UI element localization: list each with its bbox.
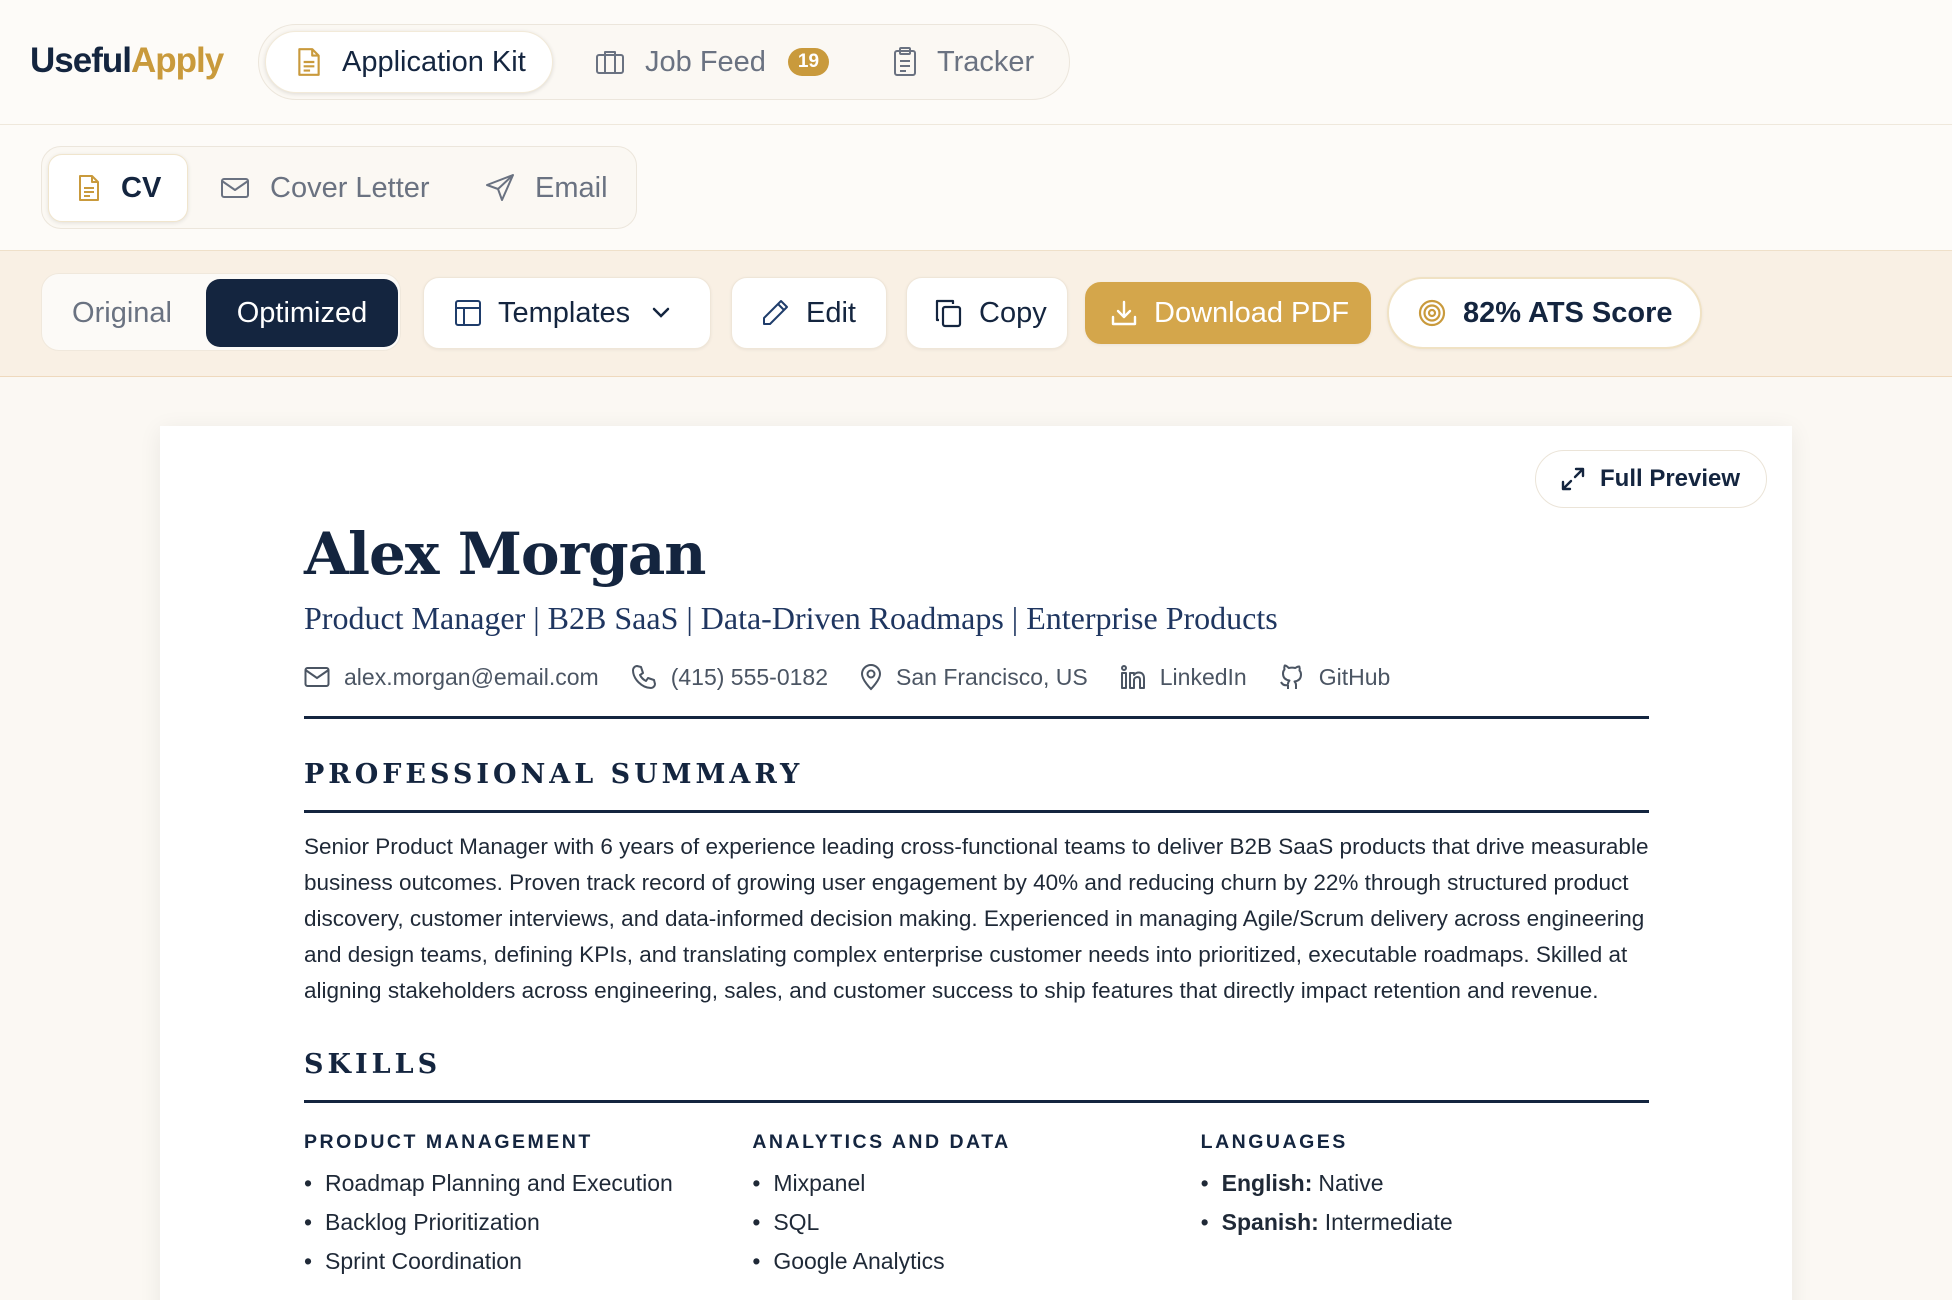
logo-part-1: Useful [30, 41, 132, 80]
contact-email-text: alex.morgan@email.com [344, 663, 599, 690]
nav-tab-label: Job Feed [645, 45, 766, 78]
copy-button[interactable]: Copy [906, 277, 1068, 349]
briefcase-icon [595, 49, 625, 75]
full-preview-button[interactable]: Full Preview [1535, 450, 1768, 508]
cv-content: Alex Morgan Product Manager | B2B SaaS |… [304, 520, 1649, 1281]
phone-icon [631, 664, 657, 690]
skill-group-title: ANALYTICS AND DATA [752, 1131, 1011, 1153]
download-icon [1110, 299, 1138, 327]
list-item: • Google Analytics [752, 1242, 1200, 1281]
layout-icon [454, 299, 482, 327]
download-pdf-button[interactable]: Download PDF [1085, 282, 1371, 344]
app-logo[interactable]: UsefulApply [30, 41, 224, 81]
skill-group-title: PRODUCT MANAGEMENT [304, 1131, 593, 1153]
templates-dropdown[interactable]: Templates [423, 277, 711, 349]
templates-label: Templates [498, 296, 631, 329]
list-item: • Spanish: Intermediate [1201, 1203, 1649, 1242]
document-icon [296, 47, 322, 77]
document-type-bar: CV Cover Letter Email [0, 125, 1952, 251]
download-label: Download PDF [1154, 296, 1350, 329]
job-feed-count-badge: 19 [787, 48, 830, 76]
original-toggle[interactable]: Original [52, 279, 192, 347]
language-name: English: [1221, 1170, 1313, 1196]
list-item: • Sprint Coordination [304, 1242, 752, 1281]
pencil-icon [760, 298, 790, 328]
contact-email[interactable]: alex.morgan@email.com [304, 664, 599, 691]
skill-group-product: PRODUCT MANAGEMENT • Roadmap Planning and… [304, 1131, 752, 1281]
contact-linkedin[interactable]: LinkedIn [1120, 664, 1247, 691]
skill-group-languages: LANGUAGES • English: Native • Spanish: Inter… [1201, 1131, 1649, 1281]
target-icon [1417, 298, 1447, 328]
skill-text: Mixpanel [773, 1170, 866, 1196]
contact-github[interactable]: GitHub [1279, 663, 1391, 691]
skills-divider [304, 1100, 1649, 1103]
list-item: • SQL [752, 1203, 1200, 1242]
nav-tab-label: Application Kit [342, 45, 526, 78]
doc-tab-email[interactable]: Email [485, 154, 608, 222]
contact-phone-text: (415) 555-0182 [670, 663, 829, 690]
main-nav: Application Kit Job Feed 19 Tracker [258, 24, 1070, 100]
summary-text: Senior Product Manager with 6 years of e… [304, 834, 1649, 1003]
doc-tab-cover-letter[interactable]: Cover Letter [220, 154, 430, 222]
nav-tab-tracker[interactable]: Tracker [893, 31, 1034, 93]
contact-phone[interactable]: (415) 555-0182 [631, 664, 828, 691]
cv-headline: Product Manager | B2B SaaS | Data-Driven… [304, 600, 1278, 636]
edit-button[interactable]: Edit [731, 277, 887, 349]
skill-text: Google Analytics [773, 1248, 945, 1274]
copy-icon [933, 298, 963, 328]
language-level: Intermediate [1324, 1209, 1453, 1235]
skill-text: SQL [773, 1209, 820, 1235]
contact-location: San Francisco, US [860, 663, 1088, 691]
document-icon [77, 173, 101, 203]
mail-icon [304, 666, 330, 688]
version-toggle: Original Optimized [41, 273, 401, 351]
chevron-down-icon [652, 307, 670, 319]
copy-label: Copy [979, 296, 1047, 329]
skill-text: Roadmap Planning and Execution [325, 1170, 673, 1196]
contact-linkedin-text: LinkedIn [1159, 663, 1247, 690]
expand-icon [1560, 466, 1586, 492]
doc-tab-label: Email [535, 171, 608, 204]
skill-text: Backlog Prioritization [325, 1209, 540, 1235]
list-item: • Mixpanel [752, 1164, 1200, 1203]
document-tabs: CV Cover Letter Email [41, 146, 637, 229]
skill-text: Sprint Coordination [325, 1248, 522, 1274]
cv-toolbar: Original Optimized Templates Edit Copy D… [0, 251, 1952, 377]
github-icon [1279, 663, 1305, 691]
contact-location-text: San Francisco, US [896, 663, 1088, 690]
mail-icon [220, 176, 250, 200]
full-preview-label: Full Preview [1600, 465, 1741, 492]
nav-tab-application-kit[interactable]: Application Kit [265, 31, 553, 93]
skills-section-title: SKILLS [304, 1049, 442, 1080]
list-item: • Roadmap Planning and Execution [304, 1164, 752, 1203]
logo-part-2: Apply [130, 41, 224, 80]
doc-tab-label: Cover Letter [270, 171, 430, 204]
language-level: Native [1318, 1170, 1384, 1196]
top-navbar: UsefulApply Application Kit Job Feed 19 … [0, 0, 1952, 125]
skills-grid: PRODUCT MANAGEMENT • Roadmap Planning and… [304, 1131, 1649, 1281]
nav-tab-job-feed[interactable]: Job Feed 19 [595, 31, 830, 93]
linkedin-icon [1120, 664, 1146, 690]
ats-score-badge[interactable]: 82% ATS Score [1387, 277, 1702, 349]
list-item: • English: Native [1201, 1164, 1649, 1203]
skill-group-title: LANGUAGES [1200, 1131, 1348, 1153]
summary-divider [304, 810, 1649, 813]
list-item: • Backlog Prioritization [304, 1203, 752, 1242]
doc-tab-label: CV [121, 171, 162, 204]
contact-github-text: GitHub [1318, 663, 1391, 690]
optimized-toggle[interactable]: Optimized [206, 279, 398, 347]
send-icon [485, 173, 515, 203]
language-name: Spanish: [1221, 1209, 1319, 1235]
ats-score-label: 82% ATS Score [1463, 296, 1673, 329]
header-divider [304, 716, 1649, 719]
edit-label: Edit [806, 296, 856, 329]
clipboard-icon [893, 47, 917, 77]
map-pin-icon [860, 663, 882, 691]
skill-group-analytics: ANALYTICS AND DATA • Mixpanel • SQL • Googl… [752, 1131, 1200, 1281]
summary-section-title: PROFESSIONAL SUMMARY [304, 759, 804, 790]
cv-name: Alex Morgan [304, 520, 706, 588]
cv-contact-row: alex.morgan@email.com (415) 555-0182 San… [304, 663, 1649, 691]
nav-tab-label: Tracker [937, 45, 1035, 78]
doc-tab-cv[interactable]: CV [48, 154, 189, 222]
